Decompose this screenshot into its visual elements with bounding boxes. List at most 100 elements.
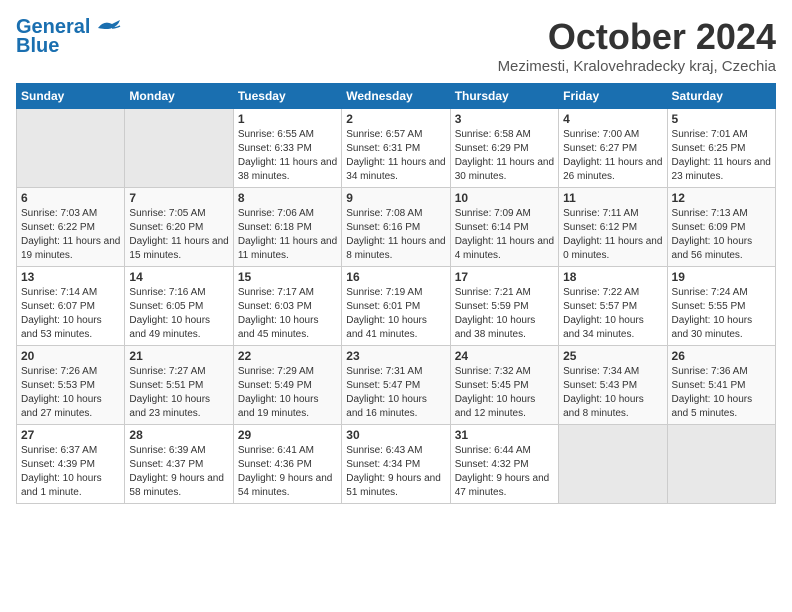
logo: General Blue [16,16,122,58]
day-number: 28 [129,428,228,442]
day-number: 20 [21,349,120,363]
week-row-2: 6 Sunrise: 7:03 AM Sunset: 6:22 PM Daylig… [17,188,776,267]
day-info: Sunrise: 7:05 AM Sunset: 6:20 PM Dayligh… [129,207,228,263]
day-cell-2-3: 8Sunrise: 7:06 AM Sunset: 6:18 PM Daylig… [233,188,341,267]
day-cell-3-3: 15 Sunrise: 7:17 AM Sunset: 6:03 PM Dayli… [233,267,341,346]
day-number: 18 [563,270,662,284]
day-info: Sunrise: 6:37 AM Sunset: 4:39 PM Dayligh… [21,444,120,500]
location-subtitle: Mezimesti, Kralovehradecky kraj, Czechia [498,58,776,75]
day-cell-5-2: 28 Sunrise: 6:39 AM Sunset: 4:37 PM Dayli… [125,425,233,504]
header-monday: Monday [125,84,233,109]
day-number: 24 [455,349,554,363]
day-number: 6 [21,191,120,205]
day-info: Sunrise: 7:27 AM Sunset: 5:51 PM Dayligh… [129,365,228,421]
day-cell-3-2: 14 Sunrise: 7:16 AM Sunset: 6:05 PM Dayli… [125,267,233,346]
day-info: Sunrise: 6:55 AM Sunset: 6:33 PM Dayligh… [238,128,337,184]
day-number: 13 [21,270,120,284]
day-cell-5-3: 29 Sunrise: 6:41 AM Sunset: 4:36 PM Dayli… [233,425,341,504]
day-number: 22 [238,349,337,363]
week-row-1: 1 Sunrise: 6:55 AM Sunset: 6:33 PM Daylig… [17,109,776,188]
day-cell-5-1: 27 Sunrise: 6:37 AM Sunset: 4:39 PM Dayli… [17,425,125,504]
logo-text-blue: Blue [16,35,59,58]
logo-bird-icon [94,18,122,38]
week-row-5: 27 Sunrise: 6:37 AM Sunset: 4:39 PM Dayli… [17,425,776,504]
day-info: Sunrise: 7:31 AM Sunset: 5:47 PM Dayligh… [346,365,445,421]
day-info: Sunrise: 6:44 AM Sunset: 4:32 PM Dayligh… [455,444,554,500]
day-info: Sunrise: 7:06 AM Sunset: 6:18 PM Dayligh… [238,207,337,263]
day-number: 3 [455,112,554,126]
day-info: Sunrise: 7:34 AM Sunset: 5:43 PM Dayligh… [563,365,662,421]
day-number: 19 [672,270,771,284]
day-cell-3-4: 16Sunrise: 7:19 AM Sunset: 6:01 PM Dayli… [342,267,450,346]
day-info: Sunrise: 6:41 AM Sunset: 4:36 PM Dayligh… [238,444,337,500]
day-number: 27 [21,428,120,442]
day-info: Sunrise: 6:57 AM Sunset: 6:31 PM Dayligh… [346,128,445,184]
header-saturday: Saturday [667,84,775,109]
week-row-4: 20 Sunrise: 7:26 AM Sunset: 5:53 PM Dayli… [17,346,776,425]
day-cell-2-6: 11 Sunrise: 7:11 AM Sunset: 6:12 PM Dayli… [559,188,667,267]
day-info: Sunrise: 7:11 AM Sunset: 6:12 PM Dayligh… [563,207,662,263]
day-cell-4-5: 24 Sunrise: 7:32 AM Sunset: 5:45 PM Dayli… [450,346,558,425]
day-cell-1-6: 4 Sunrise: 7:00 AM Sunset: 6:27 PM Daylig… [559,109,667,188]
day-number: 25 [563,349,662,363]
header-wednesday: Wednesday [342,84,450,109]
day-cell-4-6: 25 Sunrise: 7:34 AM Sunset: 5:43 PM Dayli… [559,346,667,425]
day-number: 16 [346,270,445,284]
day-info: Sunrise: 7:29 AM Sunset: 5:49 PM Dayligh… [238,365,337,421]
day-number: 5 [672,112,771,126]
day-number: 14 [129,270,228,284]
header-row: Sunday Monday Tuesday Wednesday Thursday… [17,84,776,109]
day-number: 1 [238,112,337,126]
page-header: General Blue October 2024 Mezimesti, Kra… [16,16,776,75]
day-info: Sunrise: 7:01 AM Sunset: 6:25 PM Dayligh… [672,128,771,184]
day-number: 23 [346,349,445,363]
day-cell-4-2: 21 Sunrise: 7:27 AM Sunset: 5:51 PM Dayli… [125,346,233,425]
header-tuesday: Tuesday [233,84,341,109]
day-cell-3-1: 13 Sunrise: 7:14 AM Sunset: 6:07 PM Dayli… [17,267,125,346]
day-info: Sunrise: 7:14 AM Sunset: 6:07 PM Dayligh… [21,286,120,342]
day-cell-5-5: 31Sunrise: 6:44 AM Sunset: 4:32 PM Dayli… [450,425,558,504]
header-sunday: Sunday [17,84,125,109]
day-number: 17 [455,270,554,284]
day-cell-5-4: 30 Sunrise: 6:43 AM Sunset: 4:34 PM Dayli… [342,425,450,504]
calendar-header: Sunday Monday Tuesday Wednesday Thursday… [17,84,776,109]
day-cell-4-1: 20 Sunrise: 7:26 AM Sunset: 5:53 PM Dayli… [17,346,125,425]
day-cell-1-5: 3Sunrise: 6:58 AM Sunset: 6:29 PM Daylig… [450,109,558,188]
day-info: Sunrise: 7:22 AM Sunset: 5:57 PM Dayligh… [563,286,662,342]
day-number: 15 [238,270,337,284]
day-info: Sunrise: 7:00 AM Sunset: 6:27 PM Dayligh… [563,128,662,184]
day-info: Sunrise: 7:26 AM Sunset: 5:53 PM Dayligh… [21,365,120,421]
day-cell-1-7: 5 Sunrise: 7:01 AM Sunset: 6:25 PM Daylig… [667,109,775,188]
calendar-body: 1 Sunrise: 6:55 AM Sunset: 6:33 PM Daylig… [17,109,776,504]
day-info: Sunrise: 6:39 AM Sunset: 4:37 PM Dayligh… [129,444,228,500]
day-cell-1-4: 2Sunrise: 6:57 AM Sunset: 6:31 PM Daylig… [342,109,450,188]
day-number: 10 [455,191,554,205]
day-number: 9 [346,191,445,205]
day-info: Sunrise: 7:13 AM Sunset: 6:09 PM Dayligh… [672,207,771,263]
day-info: Sunrise: 7:32 AM Sunset: 5:45 PM Dayligh… [455,365,554,421]
day-number: 30 [346,428,445,442]
day-info: Sunrise: 6:43 AM Sunset: 4:34 PM Dayligh… [346,444,445,500]
day-cell-4-3: 22 Sunrise: 7:29 AM Sunset: 5:49 PM Dayli… [233,346,341,425]
day-cell-5-6 [559,425,667,504]
day-info: Sunrise: 7:36 AM Sunset: 5:41 PM Dayligh… [672,365,771,421]
day-info: Sunrise: 7:03 AM Sunset: 6:22 PM Dayligh… [21,207,120,263]
day-info: Sunrise: 7:16 AM Sunset: 6:05 PM Dayligh… [129,286,228,342]
day-number: 4 [563,112,662,126]
day-info: Sunrise: 7:17 AM Sunset: 6:03 PM Dayligh… [238,286,337,342]
day-cell-3-7: 19Sunrise: 7:24 AM Sunset: 5:55 PM Dayli… [667,267,775,346]
week-row-3: 13 Sunrise: 7:14 AM Sunset: 6:07 PM Dayli… [17,267,776,346]
day-cell-1-2 [125,109,233,188]
day-cell-3-6: 18 Sunrise: 7:22 AM Sunset: 5:57 PM Dayli… [559,267,667,346]
day-number: 29 [238,428,337,442]
day-number: 7 [129,191,228,205]
day-cell-1-1 [17,109,125,188]
day-cell-2-1: 6 Sunrise: 7:03 AM Sunset: 6:22 PM Daylig… [17,188,125,267]
day-cell-5-7 [667,425,775,504]
day-number: 21 [129,349,228,363]
day-cell-2-5: 10Sunrise: 7:09 AM Sunset: 6:14 PM Dayli… [450,188,558,267]
day-cell-1-3: 1 Sunrise: 6:55 AM Sunset: 6:33 PM Daylig… [233,109,341,188]
month-title: October 2024 [498,16,776,58]
day-number: 11 [563,191,662,205]
header-thursday: Thursday [450,84,558,109]
